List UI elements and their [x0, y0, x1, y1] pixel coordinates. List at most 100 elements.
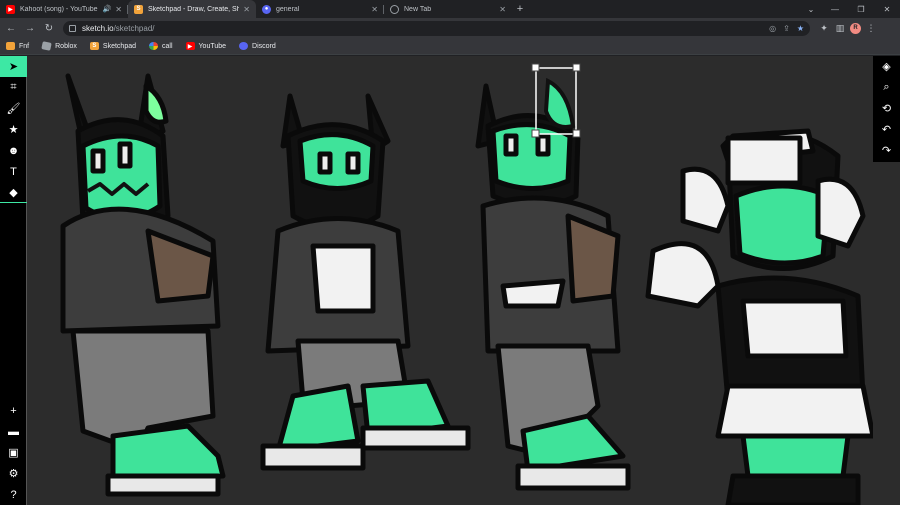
tab-new-tab[interactable]: New Tab ✕: [384, 0, 512, 18]
close-icon[interactable]: ✕: [371, 5, 378, 14]
folder-icon: [6, 42, 15, 50]
window-controls: — ❐ ✕: [822, 0, 900, 18]
google-lens-icon[interactable]: ◎: [769, 24, 776, 33]
tab-title: general: [276, 5, 300, 13]
discord-icon: [239, 42, 249, 50]
reload-icon[interactable]: ↻: [41, 20, 57, 36]
eye-right: [535, 133, 551, 157]
undo-icon[interactable]: ↶: [873, 119, 900, 140]
left-bottom-toolbar: + ▬ ▣ ⚙ ?: [0, 400, 27, 505]
horn-glow: [143, 83, 169, 125]
tab-sketchpad[interactable]: S Sketchpad - Draw, Create, Share! ✕: [128, 0, 256, 18]
eye-right: [117, 141, 133, 169]
eye-left: [503, 133, 519, 157]
crop-tool-icon[interactable]: ⌗: [0, 77, 27, 98]
skirt-ruffle: [715, 383, 873, 439]
hand-left: [680, 166, 731, 234]
speaker-icon[interactable]: 🔊: [103, 5, 112, 13]
character-4: [645, 128, 873, 505]
shirt: [310, 243, 376, 314]
share-icon[interactable]: ⇪: [783, 24, 790, 33]
bookmark-sketchpad[interactable]: S Sketchpad: [89, 42, 136, 50]
extensions-icon[interactable]: ✦: [816, 23, 832, 34]
forward-icon[interactable]: →: [22, 20, 38, 36]
chrome-icon: [390, 4, 399, 14]
shape-star-tool-icon[interactable]: ★: [0, 119, 27, 140]
apron: [740, 298, 849, 359]
sticker-tool-icon[interactable]: ☻: [0, 140, 27, 161]
character-3: [475, 83, 631, 491]
resize-handle[interactable]: [572, 63, 581, 72]
fill-tool-icon[interactable]: ◆: [0, 182, 27, 203]
hand-right: [815, 176, 866, 249]
menu-icon[interactable]: ⋮: [863, 23, 879, 34]
youtube-icon: ▶: [185, 42, 195, 50]
resize-handle[interactable]: [572, 129, 581, 138]
side-panel-icon[interactable]: ▥: [832, 23, 848, 34]
drawing-canvas[interactable]: [28, 56, 873, 505]
tab-search-icon[interactable]: ⌄: [804, 2, 818, 16]
profile-avatar[interactable]: R: [850, 22, 861, 34]
minimize-icon[interactable]: —: [822, 0, 848, 18]
bookmark-call[interactable]: call: [149, 42, 173, 50]
tab-strip: ▶ Kahoot (song) - YouTube 🔊 ✕ S Sketchpa…: [0, 0, 900, 18]
discord-icon: ●: [262, 4, 271, 14]
artwork: [60, 63, 873, 505]
save-icon[interactable]: ▣: [0, 442, 27, 463]
lock-icon[interactable]: [69, 24, 76, 32]
layers-icon[interactable]: ◈: [873, 56, 900, 77]
bookmark-roblox[interactable]: Roblox: [41, 41, 77, 51]
close-icon[interactable]: ✕: [499, 5, 506, 14]
window-close-icon[interactable]: ✕: [874, 0, 900, 18]
character-1: [60, 73, 226, 497]
youtube-icon: ▶: [6, 4, 15, 14]
tab-title: Sketchpad - Draw, Create, Share!: [148, 5, 240, 13]
text-tool-icon[interactable]: T: [0, 161, 27, 182]
eye-left: [317, 151, 333, 175]
redo-icon[interactable]: ↷: [873, 140, 900, 161]
sketchpad-app: ➤ ⌗ 🖌 ★ ☻ T ◆ + ▬ ▣ ⚙ ? ◈ ⌕ ⟲ ↶ ↷: [0, 56, 900, 505]
url-host: sketch.io: [82, 23, 114, 33]
google-icon: [149, 42, 159, 50]
bookmark-label: call: [162, 42, 173, 50]
add-icon[interactable]: +: [0, 400, 27, 421]
legs: [740, 433, 851, 479]
folder-icon[interactable]: ▬: [0, 421, 27, 442]
sketchpad-icon: S: [134, 4, 143, 14]
history-icon[interactable]: ⟲: [873, 98, 900, 119]
zoom-icon[interactable]: ⌕: [873, 77, 900, 98]
settings-icon[interactable]: ⚙: [0, 463, 27, 484]
url-path: /sketchpad/: [113, 23, 155, 33]
face: [297, 132, 376, 191]
address-bar[interactable]: sketch.io/sketchpad/ ◎ ⇪ ★: [63, 20, 810, 36]
help-icon[interactable]: ?: [0, 484, 27, 505]
tab-discord-general[interactable]: ● general ✕: [256, 0, 384, 18]
close-icon[interactable]: ✕: [115, 5, 122, 14]
eye-right: [345, 151, 361, 175]
bookmark-discord[interactable]: Discord: [239, 42, 276, 50]
new-tab-button[interactable]: +: [512, 0, 528, 18]
bookmark-youtube[interactable]: ▶ YouTube: [185, 42, 226, 50]
bookmark-label: Roblox: [55, 42, 77, 50]
brush-tool-icon[interactable]: 🖌: [0, 98, 27, 119]
bookmark-fnf[interactable]: Fnf: [6, 42, 29, 50]
browser-toolbar: ← → ↻ sketch.io/sketchpad/ ◎ ⇪ ★ ✦ ▥ R ⋮: [0, 18, 900, 38]
bookmark-star-icon[interactable]: ★: [797, 24, 804, 33]
shoe-left: [275, 383, 361, 454]
back-icon[interactable]: ←: [3, 20, 19, 36]
tab-youtube[interactable]: ▶ Kahoot (song) - YouTube 🔊 ✕: [0, 0, 128, 18]
resize-handle[interactable]: [531, 129, 540, 138]
close-icon[interactable]: ✕: [243, 5, 250, 14]
face: [733, 183, 831, 266]
shoe-sole: [105, 473, 221, 497]
resize-handle[interactable]: [531, 63, 540, 72]
eye-left: [90, 148, 106, 174]
tab-title: Kahoot (song) - YouTube: [20, 5, 98, 13]
character-2: [260, 93, 471, 471]
toolbar-actions: ✦ ▥ R ⋮: [816, 22, 879, 34]
roblox-icon: [41, 41, 52, 51]
url-text[interactable]: sketch.io/sketchpad/: [82, 24, 762, 33]
shoe-sole-right: [360, 425, 471, 451]
restore-icon[interactable]: ❐: [848, 0, 874, 18]
select-tool-icon[interactable]: ➤: [0, 56, 27, 77]
